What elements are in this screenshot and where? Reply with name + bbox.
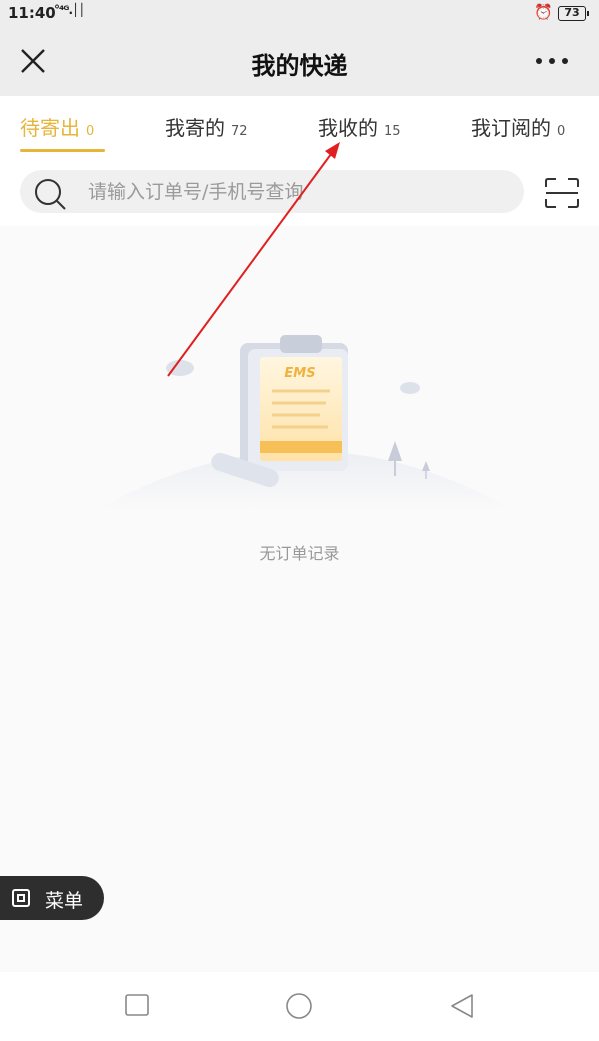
- search-row: [0, 160, 599, 226]
- more-dots-icon[interactable]: [534, 54, 570, 68]
- menu-label: 菜单: [45, 890, 84, 912]
- tab-sent[interactable]: 我寄的 72: [165, 112, 248, 141]
- status-time: 11:40: [8, 4, 56, 22]
- scan-icon[interactable]: [544, 177, 580, 209]
- tab-pending-send[interactable]: 待寄出 0: [20, 112, 94, 141]
- tab-subscribed[interactable]: 我订阅的 0: [471, 112, 565, 141]
- alarm-clock-icon: ⏰: [534, 3, 553, 21]
- ems-logo-text: EMS: [284, 366, 315, 381]
- tab-count: 0: [557, 124, 566, 139]
- floating-menu-button[interactable]: 菜单: [0, 876, 104, 920]
- signal-indicator: °⁴ᴳ.││: [54, 3, 85, 17]
- home-icon[interactable]: [284, 992, 314, 1022]
- tab-label: 我寄的: [165, 116, 225, 140]
- tab-received[interactable]: 我收的 15: [318, 112, 401, 141]
- tab-label: 待寄出: [20, 116, 80, 140]
- empty-message: 无订单记录: [259, 544, 340, 563]
- status-bar: 11:40 °⁴ᴳ.││ ⏰ 73: [0, 0, 599, 28]
- battery-indicator: 73: [558, 6, 589, 21]
- tab-count: 15: [384, 124, 401, 139]
- page-title: 我的快递: [251, 52, 348, 80]
- search-input[interactable]: [20, 170, 524, 213]
- system-navigation-bar: [0, 972, 599, 1041]
- menu-square-icon: [12, 889, 30, 907]
- search-icon: [35, 179, 66, 210]
- tab-label: 我订阅的: [471, 116, 551, 140]
- tab-label: 我收的: [318, 116, 378, 140]
- tab-count: 0: [86, 124, 95, 139]
- empty-clipboard-illustration: EMS: [95, 335, 515, 511]
- tab-count: 72: [231, 124, 248, 139]
- active-tab-indicator: [20, 149, 105, 152]
- back-icon[interactable]: [448, 992, 476, 1020]
- empty-state-area: EMS 无订单记录 菜单: [0, 226, 599, 972]
- recent-apps-icon[interactable]: [124, 992, 150, 1018]
- tab-bar: 待寄出 0 我寄的 72 我收的 15 我订阅的 0: [0, 96, 599, 160]
- header-bar: 我的快递: [0, 28, 599, 96]
